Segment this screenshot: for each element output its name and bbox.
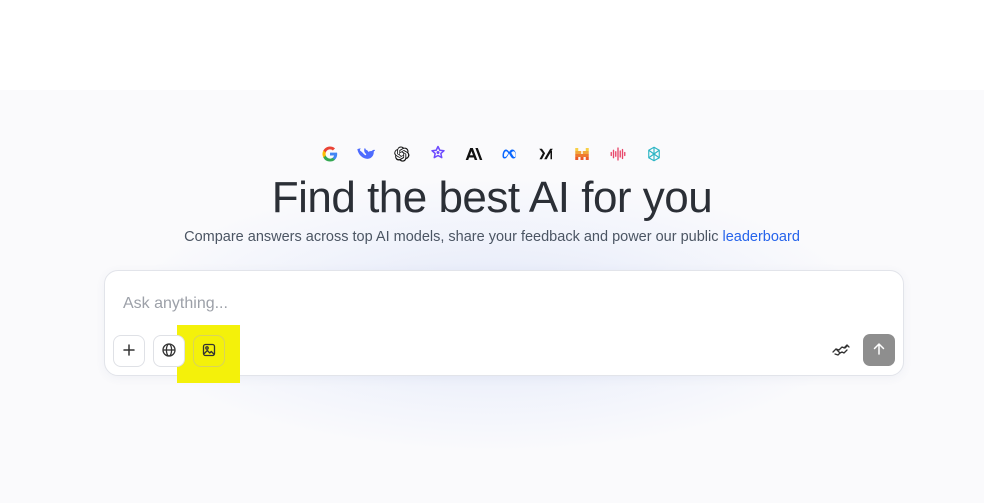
handshake-icon [831, 339, 851, 364]
leaderboard-link[interactable]: leaderboard [722, 229, 799, 245]
globe-icon [161, 342, 177, 361]
openai-logo-icon [392, 144, 412, 164]
google-logo-icon [320, 144, 340, 164]
page-headline: Find the best AI for you [271, 173, 713, 222]
cohere-wave-logo-icon [608, 144, 628, 164]
image-icon [201, 342, 217, 361]
gemini-star-logo-icon [428, 144, 448, 164]
deepseek-logo-icon [356, 144, 376, 164]
prompt-composer [104, 270, 904, 383]
anthropic-logo-icon [464, 144, 484, 164]
top-blank-area [0, 0, 984, 90]
arrow-up-icon [872, 342, 886, 359]
qwen-logo-icon [644, 144, 664, 164]
mistral-logo-icon [572, 144, 592, 164]
page-subheadline: Compare answers across top AI models, sh… [0, 228, 984, 246]
send-button[interactable] [863, 334, 895, 366]
prompt-input[interactable] [123, 291, 863, 317]
meta-logo-icon [500, 144, 520, 164]
plus-icon [121, 342, 137, 361]
subline-text: Compare answers across top AI models, sh… [184, 229, 723, 245]
handshake-button[interactable] [827, 337, 855, 365]
image-upload-button[interactable] [193, 335, 225, 367]
xai-logo-icon [536, 144, 556, 164]
web-search-button[interactable] [153, 335, 185, 367]
add-attachment-button[interactable] [113, 335, 145, 367]
model-logo-row [0, 143, 984, 165]
